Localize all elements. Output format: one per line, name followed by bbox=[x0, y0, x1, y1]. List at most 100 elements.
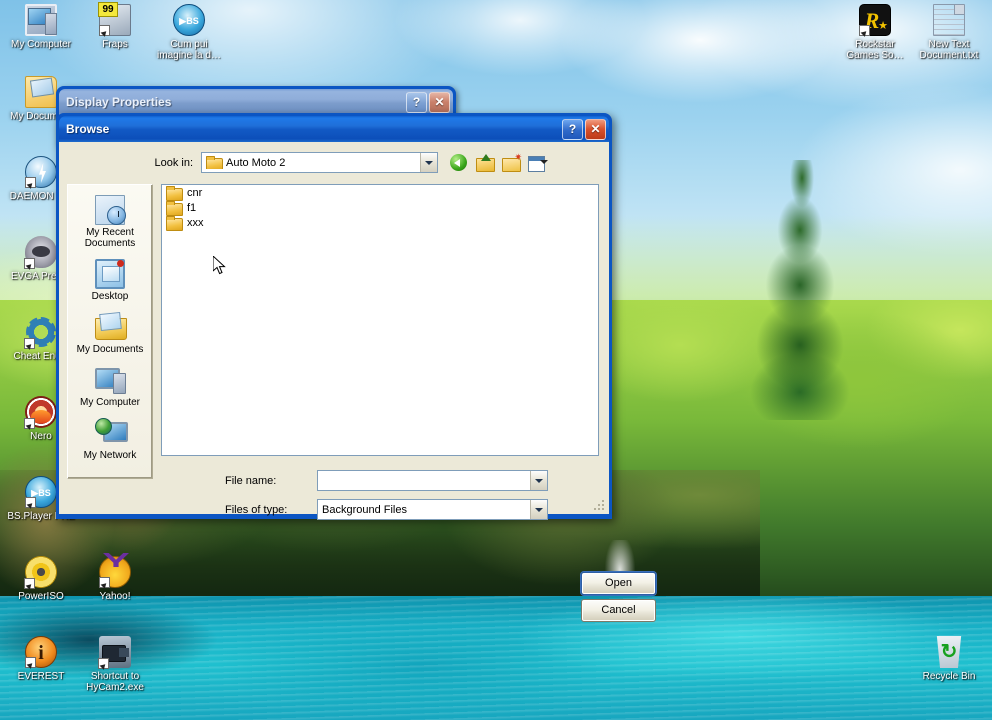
folder-icon bbox=[206, 156, 223, 169]
lookin-value: Auto Moto 2 bbox=[226, 156, 286, 169]
chevron-down-icon[interactable] bbox=[530, 500, 547, 519]
shortcut-arrow-icon bbox=[859, 25, 870, 36]
close-icon[interactable]: ✕ bbox=[429, 91, 450, 113]
my-computer-icon bbox=[25, 4, 57, 36]
desktop-icon-yahoo[interactable]: Yahoo! bbox=[78, 556, 152, 602]
help-icon[interactable]: ? bbox=[406, 91, 427, 113]
wallpaper-conifer-tree bbox=[742, 160, 862, 420]
my-computer-icon bbox=[95, 365, 126, 395]
place-item-my-network[interactable]: My Network bbox=[68, 414, 152, 467]
fraps-icon bbox=[98, 2, 131, 36]
shortcut-arrow-icon bbox=[24, 578, 35, 589]
place-item-label: My Computer bbox=[79, 397, 140, 408]
chevron-down-icon[interactable] bbox=[420, 153, 437, 172]
cum-pui-imagine-icon bbox=[173, 4, 205, 37]
new-folder-icon[interactable] bbox=[500, 152, 522, 173]
filetype-value: Background Files bbox=[322, 503, 407, 516]
desktop-icon-cum-pui-imagine[interactable]: Cum pui imagine la d… bbox=[152, 4, 226, 61]
file-list-item[interactable]: cnr bbox=[162, 185, 598, 201]
bs-player-icon bbox=[25, 476, 57, 509]
filename-input[interactable] bbox=[317, 470, 548, 491]
my-network-icon bbox=[95, 418, 128, 448]
file-list-item-label: xxx bbox=[187, 216, 204, 229]
folder-icon bbox=[166, 201, 183, 216]
filetype-row: Files of type: Background Files bbox=[225, 499, 599, 520]
shortcut-arrow-icon bbox=[24, 418, 35, 429]
desktop-icon-my-computer[interactable]: My Computer bbox=[4, 4, 78, 50]
shortcut-arrow-icon bbox=[24, 338, 35, 349]
open-button[interactable]: Open bbox=[581, 572, 656, 595]
file-list-item-label: cnr bbox=[187, 186, 203, 199]
folder-icon bbox=[166, 216, 183, 231]
views-icon[interactable] bbox=[526, 152, 548, 173]
daemon-tools-icon bbox=[25, 156, 57, 188]
desktop-icon-everest[interactable]: EVEREST bbox=[4, 636, 78, 682]
browse-toolbar bbox=[448, 152, 548, 173]
lookin-dropdown[interactable]: Auto Moto 2 bbox=[201, 152, 438, 173]
yahoo-icon bbox=[99, 556, 131, 588]
my-recent-documents-icon bbox=[95, 195, 126, 225]
shortcut-arrow-icon bbox=[25, 177, 36, 188]
hycam2-icon bbox=[98, 636, 131, 669]
new-text-document-icon bbox=[933, 4, 965, 36]
desktop-icon-label: Fraps bbox=[102, 39, 128, 50]
display-properties-titlebar[interactable]: Display Properties ? ✕ bbox=[59, 89, 453, 115]
desktop-icon-hycam2[interactable]: Shortcut to HyCam2.exe bbox=[78, 636, 152, 693]
places-bar: My Recent Documents Desktop My Documents My… bbox=[67, 184, 153, 479]
shortcut-arrow-icon bbox=[99, 577, 110, 588]
desktop-icon-rockstar-games[interactable]: Rockstar Games So… bbox=[838, 4, 912, 61]
close-icon[interactable]: ✕ bbox=[585, 118, 606, 140]
desktop-icon-new-text-document[interactable]: New Text Document.txt bbox=[912, 4, 986, 61]
desktop-icon-label: EVEREST bbox=[17, 671, 65, 682]
chevron-down-icon[interactable] bbox=[540, 160, 548, 164]
file-list-item[interactable]: xxx bbox=[162, 215, 598, 231]
place-item-label: Desktop bbox=[91, 291, 129, 302]
rockstar-games-icon bbox=[859, 4, 891, 37]
my-documents-icon bbox=[95, 312, 127, 342]
desktop-icon-label: Rockstar Games So… bbox=[846, 39, 904, 61]
desktop-icon-poweriso[interactable]: PowerISO bbox=[4, 556, 78, 602]
filename-row: File name: bbox=[225, 470, 599, 491]
resize-grip[interactable] bbox=[593, 499, 605, 511]
help-icon[interactable]: ? bbox=[562, 118, 583, 140]
shortcut-arrow-icon bbox=[25, 497, 36, 508]
cancel-button[interactable]: Cancel bbox=[581, 599, 656, 622]
desktop-icon-label: My Computer bbox=[10, 39, 71, 50]
desktop-icon bbox=[95, 259, 125, 289]
desktop-icon-fraps[interactable]: Fraps bbox=[78, 2, 152, 50]
shortcut-arrow-icon bbox=[98, 658, 109, 669]
nero-icon bbox=[24, 396, 57, 429]
up-folder-icon[interactable] bbox=[474, 152, 496, 173]
file-list-item[interactable]: f1 bbox=[162, 200, 598, 216]
browse-dialog[interactable]: Browse ? ✕ Look in: Auto Moto 2 ✷ My Rec… bbox=[56, 113, 656, 622]
file-list-item-label: f1 bbox=[187, 201, 197, 214]
poweriso-icon bbox=[24, 556, 57, 589]
recycle-bin-icon bbox=[936, 636, 962, 668]
place-item-label: My Documents bbox=[76, 344, 144, 355]
chevron-down-icon[interactable] bbox=[530, 471, 547, 490]
filetype-label: Files of type: bbox=[225, 503, 288, 516]
file-list[interactable]: cnr f1 xxx bbox=[161, 184, 599, 456]
desktop-icon-label: PowerISO bbox=[18, 591, 64, 602]
place-item-label: My Network bbox=[83, 450, 137, 461]
place-item-desktop[interactable]: Desktop bbox=[68, 255, 152, 308]
place-item-my-recent-documents[interactable]: My Recent Documents bbox=[68, 191, 152, 255]
shortcut-arrow-icon bbox=[99, 25, 110, 36]
browse-title: Browse bbox=[66, 122, 110, 136]
filetype-dropdown[interactable]: Background Files bbox=[317, 499, 548, 520]
evga-precision-icon bbox=[24, 236, 57, 269]
cheat-engine-icon bbox=[24, 316, 57, 349]
browse-body: Look in: Auto Moto 2 My Recent Documents bbox=[59, 142, 609, 520]
browse-titlebar[interactable]: Browse ? ✕ bbox=[59, 116, 609, 142]
display-properties-title: Display Properties bbox=[66, 95, 172, 109]
lookin-label: Look in: bbox=[154, 156, 193, 169]
desktop-icon-recycle-bin[interactable]: Recycle Bin bbox=[912, 636, 986, 682]
place-item-my-computer[interactable]: My Computer bbox=[68, 361, 152, 414]
desktop[interactable]: My Computer My Document DAEMON Too EVGA Pre… bbox=[0, 0, 992, 720]
desktop-icon-label: Yahoo! bbox=[99, 591, 131, 602]
place-item-my-documents[interactable]: My Documents bbox=[68, 308, 152, 361]
filename-label: File name: bbox=[225, 474, 277, 487]
folder-icon bbox=[166, 186, 183, 201]
desktop-icon-label: New Text Document.txt bbox=[919, 39, 979, 61]
back-icon[interactable] bbox=[448, 152, 470, 173]
